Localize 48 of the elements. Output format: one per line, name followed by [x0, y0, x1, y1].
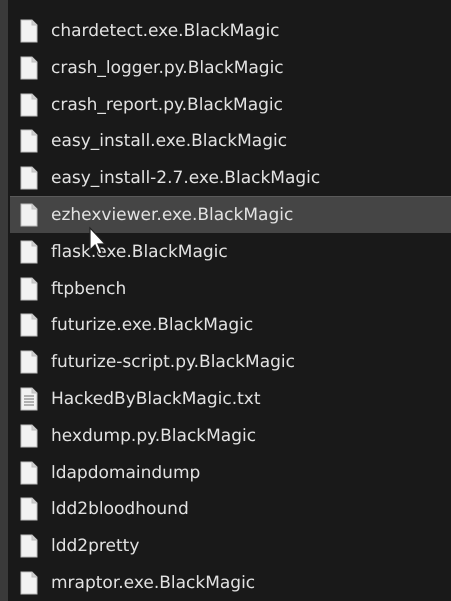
file-name: ldd2pretty — [51, 536, 140, 556]
file-name: chardetect.exe.BlackMagic — [51, 20, 280, 41]
file-icon — [20, 424, 38, 448]
file-row[interactable]: crash_report.py.BlackMagic — [10, 86, 451, 122]
file-row[interactable]: chardetect.exe.BlackMagic — [10, 12, 451, 49]
file-icon — [20, 240, 38, 264]
file-row[interactable]: ftpbench — [10, 270, 451, 306]
file-name: futurize-script.py.BlackMagic — [51, 352, 295, 372]
file-icon — [20, 92, 38, 117]
file-name: mraptor.exe.BlackMagic — [51, 573, 256, 594]
file-row[interactable]: ldapdomaindump — [10, 454, 451, 491]
file-name: ftpbench — [51, 278, 126, 299]
file-icon — [20, 129, 38, 154]
file-row[interactable]: ldd2pretty — [10, 527, 451, 564]
file-icon — [20, 313, 38, 338]
file-icon — [20, 18, 38, 43]
file-row[interactable]: easy_install.exe.BlackMagic — [10, 122, 451, 160]
file-icon — [20, 534, 38, 558]
file-row[interactable]: ldd2bloodhound — [10, 490, 451, 528]
file-row[interactable]: hexdump.py.BlackMagic — [10, 416, 451, 454]
file-name: crash_report.py.BlackMagic — [51, 94, 283, 115]
file-icon — [20, 350, 38, 374]
file-name: ezhexviewer.exe.BlackMagic — [51, 204, 294, 225]
file-row[interactable]: mraptor.exe.BlackMagic — [10, 564, 451, 601]
file-name: crash_logger.py.BlackMagic — [51, 58, 284, 78]
file-icon — [20, 497, 38, 522]
file-name: ldapdomaindump — [51, 462, 200, 483]
file-name: flask.exe.BlackMagic — [51, 242, 228, 262]
file-icon — [20, 460, 38, 485]
file-row[interactable]: futurize-script.py.BlackMagic — [10, 343, 451, 380]
file-row[interactable]: futurize.exe.BlackMagic — [10, 306, 451, 344]
file-name: futurize.exe.BlackMagic — [51, 315, 254, 336]
file-row[interactable]: HackedByBlackMagic.txt — [10, 380, 451, 417]
file-name: easy_install-2.7.exe.BlackMagic — [51, 168, 320, 188]
file-icon — [20, 276, 38, 301]
file-icon — [20, 166, 38, 190]
file-name: hexdump.py.BlackMagic — [51, 426, 256, 446]
file-row[interactable]: flask.exe.BlackMagic — [10, 232, 451, 270]
file-row[interactable]: ezhexviewer.exe.BlackMagic — [10, 196, 451, 233]
text-file-icon — [20, 387, 38, 412]
file-name: easy_install.exe.BlackMagic — [51, 131, 288, 152]
file-icon — [20, 56, 38, 80]
file-icon — [20, 202, 38, 227]
file-name: HackedByBlackMagic.txt — [51, 389, 260, 410]
file-row[interactable]: easy_install-2.7.exe.BlackMagic — [10, 159, 451, 196]
file-icon — [20, 571, 38, 596]
file-name: ldd2bloodhound — [51, 499, 189, 520]
file-row[interactable]: crash_logger.py.BlackMagic — [10, 48, 451, 86]
